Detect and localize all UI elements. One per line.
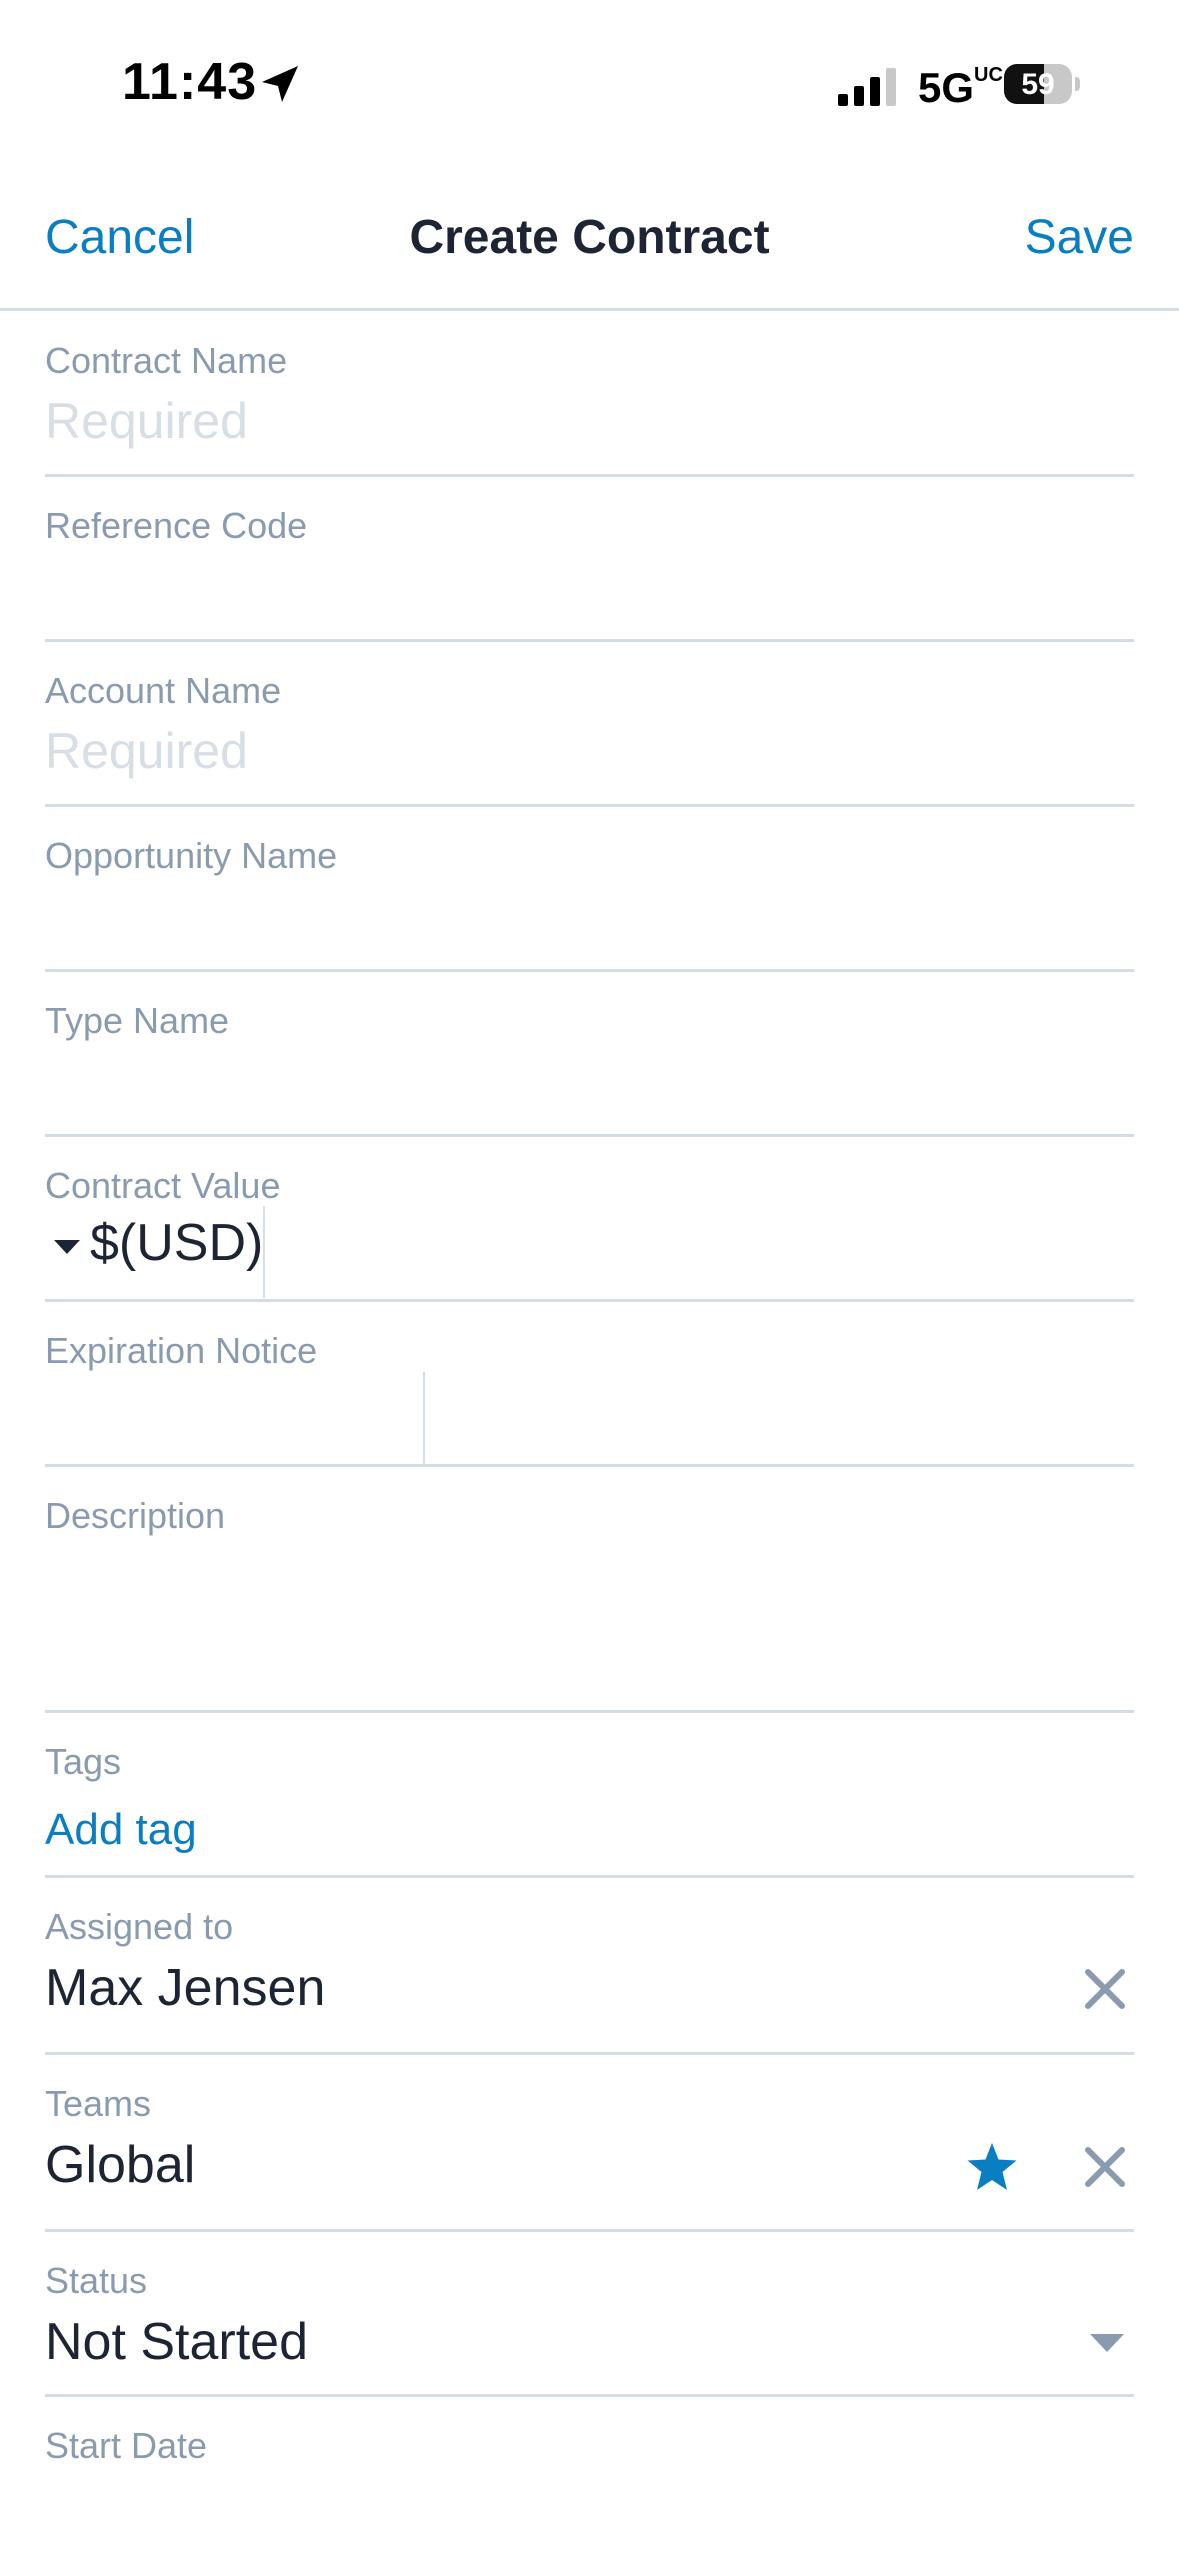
field-separator [263, 1206, 265, 1298]
description-textarea[interactable] [45, 1545, 1134, 1705]
cellular-signal-icon [838, 68, 900, 108]
assigned-to-label: Assigned to [45, 1906, 234, 1947]
expiration-notice-label: Expiration Notice [45, 1330, 318, 1371]
reference-code-input[interactable] [45, 560, 1134, 620]
divider [45, 1710, 1134, 1713]
dropdown-caret-icon[interactable] [1090, 2334, 1124, 2354]
clear-team-icon[interactable] [1084, 2146, 1126, 2188]
page-title: Create Contract [409, 211, 770, 264]
start-date-input[interactable] [45, 2475, 1134, 2545]
contract-name-input[interactable]: Required [45, 392, 248, 450]
star-icon[interactable] [966, 2142, 1018, 2192]
battery-level: 59 [1021, 68, 1055, 101]
contract-name-label: Contract Name [45, 340, 288, 381]
opportunity-name-input[interactable] [45, 890, 1134, 950]
teams-label: Teams [45, 2083, 152, 2124]
reference-code-label: Reference Code [45, 505, 308, 546]
account-name-label: Account Name [45, 670, 282, 711]
battery-icon: 59 [1004, 64, 1080, 108]
account-name-input[interactable]: Required [45, 722, 248, 780]
clear-assigned-icon[interactable] [1084, 1968, 1126, 2010]
start-date-label: Start Date [45, 2425, 208, 2466]
divider [45, 639, 1134, 642]
divider [45, 1464, 1134, 1467]
contract-value-label: Contract Value [45, 1165, 281, 1206]
status-select[interactable]: Not Started [45, 2312, 308, 2372]
divider [45, 1299, 1134, 1302]
contract-value-input[interactable] [270, 1206, 1134, 1298]
expiration-notice-unit-input[interactable] [430, 1372, 1134, 1464]
nav-divider [0, 308, 1179, 311]
status-time: 11:43 [122, 53, 258, 111]
location-arrow-icon [258, 62, 302, 106]
status-label: Status [45, 2260, 148, 2301]
currency-selector[interactable]: $(USD) [90, 1213, 263, 1273]
save-button[interactable]: Save [1025, 210, 1134, 265]
add-tag-button[interactable]: Add tag [45, 1805, 197, 1855]
divider [45, 2229, 1134, 2232]
expiration-notice-number-input[interactable] [45, 1372, 420, 1464]
network-indicator: 5GUC [918, 64, 1003, 111]
divider [45, 2052, 1134, 2055]
divider [45, 1134, 1134, 1137]
type-name-input[interactable] [45, 1055, 1134, 1115]
description-label: Description [45, 1495, 226, 1536]
opportunity-name-label: Opportunity Name [45, 835, 338, 876]
teams-value[interactable]: Global [45, 2135, 195, 2195]
assigned-to-value[interactable]: Max Jensen [45, 1958, 325, 2018]
tags-label: Tags [45, 1741, 122, 1782]
divider [45, 804, 1134, 807]
divider [45, 1875, 1134, 1878]
caret-down-icon[interactable] [54, 1240, 80, 1256]
divider [45, 969, 1134, 972]
type-name-label: Type Name [45, 1000, 230, 1041]
divider [45, 474, 1134, 477]
divider [45, 2394, 1134, 2397]
field-separator [423, 1372, 425, 1464]
